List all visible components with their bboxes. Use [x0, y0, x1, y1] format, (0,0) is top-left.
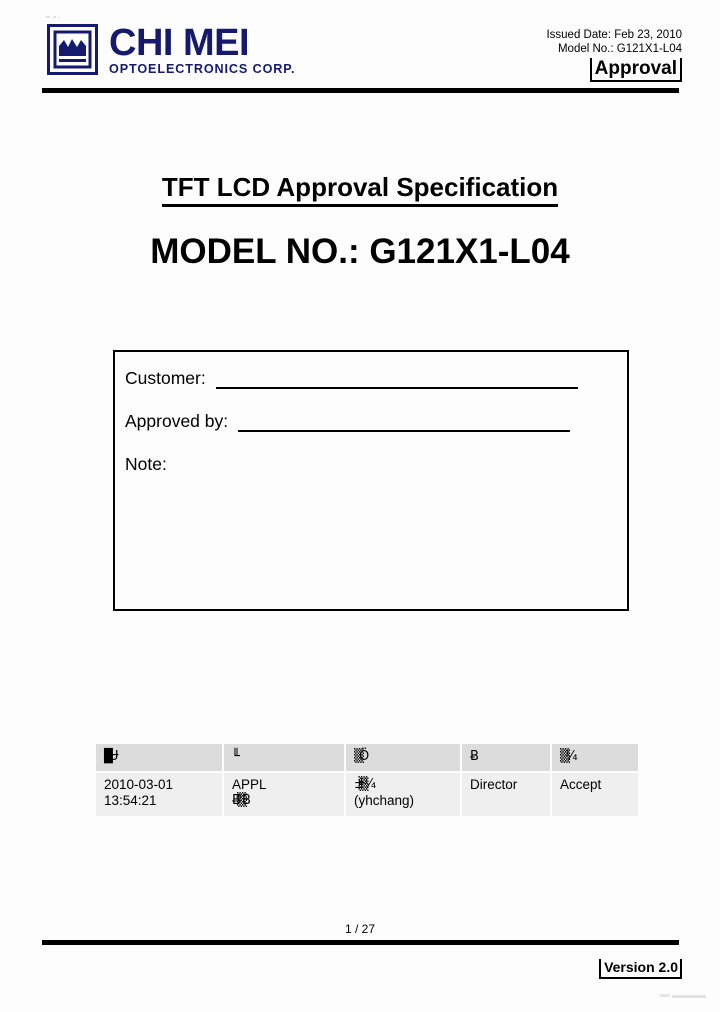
version-stamp-wrap: Version 2.0 — [599, 959, 682, 979]
cell-name: ±i▒¼ (yhchang) — [346, 773, 460, 816]
model-number-meta: Model No.: G121X1-L04 — [557, 43, 682, 55]
column-header-date: ▉Ʉ — [96, 744, 222, 771]
header-divider — [42, 88, 679, 93]
approved-by-input-line[interactable] — [238, 410, 571, 432]
approved-by-label: Approved by: — [125, 411, 229, 431]
page-title: TFT LCD Approval Specification — [161, 172, 559, 207]
document-title-wrap: TFT LCD Approval Specification — [0, 172, 720, 207]
note-row: Note: — [125, 453, 167, 475]
company-name: CHI MEI — [109, 22, 250, 64]
chi-mei-square-logo-icon — [47, 24, 98, 75]
table-header-row: ▉Ʉ ╙ ▒Ö Ƀ ▒¼ — [96, 744, 638, 771]
scan-artifact — [58, 17, 60, 18]
company-subtitle: OPTOELECTRONICS CORP. — [109, 62, 296, 76]
column-header-name: ▒Ö — [346, 744, 460, 771]
footer-divider — [42, 940, 679, 945]
issued-date: Issued Date: Feb 23, 2010 — [546, 29, 682, 41]
scan-artifact — [672, 995, 706, 998]
approval-stamp-wrap: Approval — [382, 58, 682, 82]
signature-table: ▉Ʉ ╙ ▒Ö Ƀ ▒¼ 2010-03-01 13:54:21 APPL Ƀº… — [94, 742, 640, 818]
scan-artifact — [660, 994, 670, 997]
customer-label: Customer: — [125, 368, 206, 388]
cell-department: APPL Ƀº▒B — [224, 773, 344, 816]
note-label: Note: — [125, 454, 167, 474]
model-heading: MODEL NO.: G121X1-L04 — [150, 232, 570, 271]
cell-title: Director — [462, 773, 550, 816]
header-meta-block: Issued Date: Feb 23, 2010 Model No.: G12… — [382, 28, 682, 82]
customer-form-box: Customer: Approved by: Note: — [113, 350, 629, 611]
scan-artifact — [46, 16, 50, 18]
logo-wordmark: CHI MEI OPTOELECTRONICS CORP. — [109, 24, 295, 76]
cell-datetime: 2010-03-01 13:54:21 — [96, 773, 222, 816]
approved-by-row: Approved by: — [125, 410, 571, 432]
column-header-title: Ƀ — [462, 744, 550, 771]
cell-status: Accept — [552, 773, 638, 816]
scan-artifact — [53, 16, 56, 18]
company-logo: CHI MEI OPTOELECTRONICS CORP. — [47, 24, 295, 76]
version-stamp: Version 2.0 — [599, 959, 682, 979]
customer-input-line[interactable] — [215, 367, 578, 389]
page-number: 1 / 27 — [344, 922, 376, 936]
customer-row: Customer: — [125, 367, 578, 389]
document-page: CHI MEI OPTOELECTRONICS CORP. Issued Dat… — [0, 0, 720, 1012]
column-header-department: ╙ — [224, 744, 344, 771]
column-header-status: ▒¼ — [552, 744, 638, 771]
table-row: 2010-03-01 13:54:21 APPL Ƀº▒B ±i▒¼ (yhch… — [96, 773, 638, 816]
approval-stamp: Approval — [589, 58, 682, 82]
